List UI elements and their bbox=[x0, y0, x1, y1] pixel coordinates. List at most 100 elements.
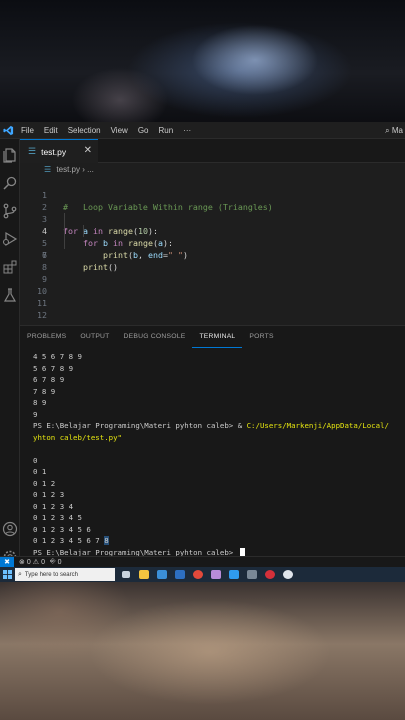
code-line: 11 bbox=[20, 297, 405, 309]
terminal-line: 0 1 2 3 4 5 6 7 8 bbox=[33, 535, 109, 547]
indent-guide bbox=[64, 213, 65, 249]
terminal-line: 0 1 2 3 4 5 6 bbox=[33, 524, 91, 534]
problems-status[interactable]: ⊗ 0 ⚠ 0 bbox=[14, 558, 45, 567]
line-number: 9 bbox=[42, 274, 47, 284]
terminal-output[interactable]: 4 5 6 7 8 9 5 6 7 8 9 6 7 8 9 7 8 9 8 9 … bbox=[33, 351, 405, 556]
error-count: 0 bbox=[26, 558, 31, 566]
code-line: 8 bbox=[20, 261, 405, 273]
line-number: 8 bbox=[42, 262, 47, 272]
testing-flask-icon[interactable] bbox=[2, 287, 18, 303]
tab-output[interactable]: OUTPUT bbox=[73, 326, 116, 348]
code-line: 9 bbox=[20, 273, 405, 285]
vscode-taskbar-icon[interactable] bbox=[227, 567, 241, 582]
breadcrumb-separator: › bbox=[82, 165, 85, 174]
search-text: Ma bbox=[391, 126, 403, 135]
windows-taskbar: ⌕ Type here to search bbox=[0, 567, 405, 582]
code-line: 4 for b in range(a): bbox=[20, 213, 405, 248]
terminal-line: 0 bbox=[33, 455, 38, 465]
task-view-icon[interactable] bbox=[119, 567, 133, 582]
taskbar-search[interactable]: ⌕ Type here to search bbox=[15, 568, 115, 581]
code-line: 6 print() bbox=[20, 237, 405, 272]
windows-start-icon[interactable] bbox=[0, 567, 14, 582]
menu-view[interactable]: View bbox=[106, 122, 133, 139]
code-line: 10 bbox=[20, 285, 405, 297]
code-line: 12 bbox=[20, 309, 405, 321]
app-icon[interactable] bbox=[245, 567, 259, 582]
panel-tabs: PROBLEMS OUTPUT DEBUG CONSOLE TERMINAL P… bbox=[20, 326, 405, 348]
python-file-icon: ☰ bbox=[44, 165, 52, 174]
vscode-window: File Edit Selection View Go Run ··· ⌕ Ma bbox=[0, 122, 405, 556]
background-photo-bottom bbox=[0, 582, 405, 720]
terminal-line: 0 1 2 3 4 5 bbox=[33, 513, 82, 522]
activity-bar bbox=[0, 139, 20, 556]
taskbar-search-placeholder: Type here to search bbox=[24, 571, 78, 578]
terminal-command-line: PS E:\Belajar Programing\Materi pyhton c… bbox=[33, 420, 389, 432]
line-number: 11 bbox=[37, 298, 47, 308]
terminal-amp: & bbox=[237, 421, 247, 430]
vscode-logo-icon bbox=[0, 122, 16, 139]
run-debug-icon[interactable] bbox=[2, 231, 18, 247]
close-icon[interactable]: ✕ bbox=[84, 146, 92, 156]
code-editor[interactable]: 1 # Loop Variable Within range (Triangle… bbox=[20, 177, 405, 321]
status-bar: ✖ ⊗ 0 ⚠ 0 ⎆ 0 bbox=[0, 556, 405, 568]
warning-icon: ⚠ bbox=[32, 559, 40, 566]
code-line: 1 # Loop Variable Within range (Triangle… bbox=[20, 177, 405, 212]
search-icon[interactable] bbox=[2, 175, 18, 191]
search-icon: ⌕ bbox=[18, 570, 22, 578]
error-icon: ⊗ bbox=[19, 559, 25, 566]
opera-icon[interactable] bbox=[263, 567, 277, 582]
menubar: File Edit Selection View Go Run ··· ⌕ Ma bbox=[0, 122, 405, 139]
terminal-line: 0 1 2 bbox=[33, 478, 56, 488]
search-icon: ⌕ bbox=[385, 126, 390, 135]
store-icon[interactable] bbox=[173, 567, 187, 582]
bottom-panel: PROBLEMS OUTPUT DEBUG CONSOLE TERMINAL P… bbox=[20, 325, 405, 556]
file-explorer-icon[interactable] bbox=[137, 567, 151, 582]
line-number: 10 bbox=[37, 286, 47, 296]
tab-label: test.py bbox=[41, 146, 67, 157]
source-control-icon[interactable] bbox=[2, 203, 18, 219]
remote-indicator-icon[interactable]: ✖ bbox=[0, 556, 14, 568]
ports-icon: ⎆ bbox=[49, 558, 56, 565]
tab-test-py[interactable]: ☰ test.py ✕ bbox=[20, 139, 98, 163]
terminal-line: 0 1 2 3 bbox=[33, 490, 65, 499]
line-number: 12 bbox=[37, 310, 47, 320]
terminal-line: 6 7 8 9 bbox=[33, 375, 65, 384]
tab-debug-console[interactable]: DEBUG CONSOLE bbox=[117, 326, 193, 348]
python-file-icon: ☰ bbox=[28, 146, 37, 157]
tab-terminal[interactable]: TERMINAL bbox=[192, 327, 243, 348]
code-line: 3 for a in range(10): bbox=[20, 201, 405, 236]
editor-tab-bar: ☰ test.py ✕ bbox=[20, 139, 405, 163]
menu-edit[interactable]: Edit bbox=[39, 122, 63, 139]
app-icon[interactable] bbox=[209, 567, 223, 582]
menu-more[interactable]: ··· bbox=[178, 122, 196, 139]
account-icon[interactable] bbox=[2, 521, 18, 537]
breadcrumb-more[interactable]: ... bbox=[87, 165, 94, 174]
gear-icon[interactable] bbox=[2, 549, 18, 556]
menu-file[interactable]: File bbox=[16, 122, 39, 139]
code-line: 2 bbox=[20, 189, 405, 212]
indent-guide bbox=[83, 225, 84, 237]
menu-go[interactable]: Go bbox=[133, 122, 154, 139]
background-photo-top bbox=[0, 0, 405, 122]
explorer-icon[interactable] bbox=[2, 147, 18, 163]
app-icon[interactable] bbox=[281, 567, 295, 582]
terminal-prompt-line: PS E:\Belajar Programing\Materi pyhton c… bbox=[33, 547, 245, 556]
tab-problems[interactable]: PROBLEMS bbox=[20, 326, 73, 348]
extensions-icon[interactable] bbox=[2, 259, 18, 275]
tab-ports[interactable]: PORTS bbox=[242, 326, 280, 348]
terminal-line: 8 9 bbox=[33, 398, 47, 407]
terminal-prompt: PS E:\Belajar Programing\Materi pyhton c… bbox=[33, 421, 238, 430]
command-center-search[interactable]: ⌕ Ma bbox=[385, 122, 405, 139]
menu-selection[interactable]: Selection bbox=[63, 122, 106, 139]
mail-icon[interactable] bbox=[155, 567, 169, 582]
terminal-command-path: C:/Users/Markenji/AppData/Local/ bbox=[246, 421, 389, 430]
chrome-icon[interactable] bbox=[191, 567, 205, 582]
line-number: 7 bbox=[42, 250, 47, 260]
code-line: 7 bbox=[20, 249, 405, 261]
menu-run[interactable]: Run bbox=[153, 122, 178, 139]
terminal-cursor bbox=[239, 548, 245, 556]
breadcrumb-file[interactable]: test.py bbox=[56, 165, 80, 174]
breadcrumb: ☰ test.py › ... bbox=[20, 163, 405, 177]
terminal-line-text: 0 1 2 3 4 5 6 7 bbox=[33, 536, 105, 545]
ports-status[interactable]: ⎆ 0 bbox=[45, 558, 62, 566]
